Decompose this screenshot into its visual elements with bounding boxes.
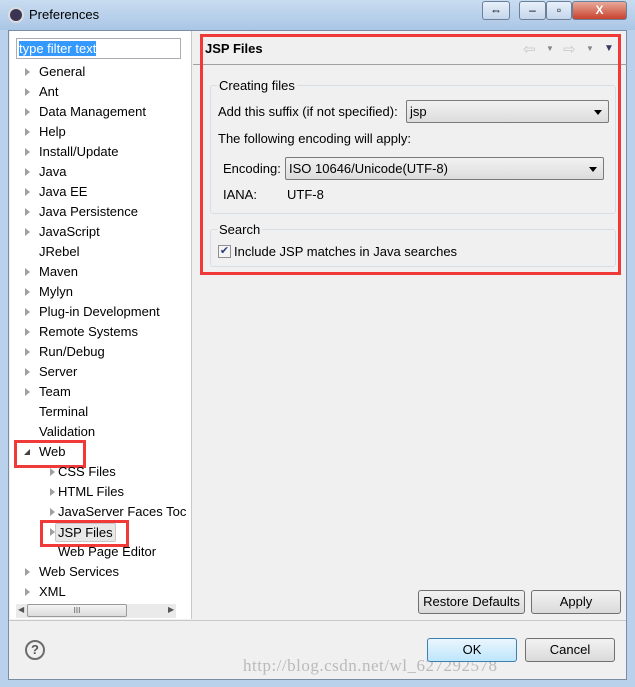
tree-item-label: Team [39, 384, 71, 399]
collapsed-arrow-icon[interactable] [25, 348, 30, 356]
collapsed-arrow-icon[interactable] [50, 488, 55, 496]
tree-item-label: Web Services [39, 564, 119, 579]
tree-item[interactable]: Plug-in Development [22, 302, 172, 322]
tree-item-label: Maven [39, 264, 79, 279]
tree-item[interactable]: Java [22, 162, 172, 182]
collapsed-arrow-icon[interactable] [25, 588, 30, 596]
tree-item-label: Terminal [39, 404, 89, 419]
tree-item[interactable]: Data Management [22, 102, 172, 122]
collapsed-arrow-icon[interactable] [25, 188, 30, 196]
tree-item-label: Data Management [39, 104, 146, 119]
tree-item[interactable]: Team [22, 382, 172, 402]
tree-item-label: CSS Files [58, 464, 116, 479]
tree-item[interactable]: XML [22, 582, 172, 602]
tree-item[interactable]: Install/Update [22, 142, 172, 162]
tree-item-label: JavaScript [39, 224, 100, 239]
tree-item-label: JRebel [39, 244, 80, 259]
tree-item[interactable]: General [22, 62, 172, 82]
tree-item[interactable]: CSS Files [47, 462, 197, 482]
ok-button[interactable]: OK [427, 638, 517, 662]
bottom-separator [9, 620, 626, 621]
tree-item[interactable]: HTML Files [47, 482, 197, 502]
collapsed-arrow-icon[interactable] [25, 568, 30, 576]
tree-item-label: Mylyn [39, 284, 73, 299]
tree-item-label: Java Persistence [39, 204, 138, 219]
tree-item-label: Java EE [39, 184, 88, 199]
collapsed-arrow-icon[interactable] [25, 288, 30, 296]
collapsed-arrow-icon[interactable] [25, 308, 30, 316]
tree-item-label: General [39, 64, 86, 79]
tree-item-label: Install/Update [39, 144, 119, 159]
tree-item-label: Remote Systems [39, 324, 138, 339]
scroll-left-icon[interactable]: ◀ [18, 605, 24, 614]
collapsed-arrow-icon[interactable] [25, 388, 30, 396]
collapsed-arrow-icon[interactable] [25, 108, 30, 116]
restore-icon[interactable]: ⇔ [482, 1, 510, 20]
cancel-button[interactable]: Cancel [525, 638, 615, 662]
tree-item-label: Java [39, 164, 67, 179]
window-title: Preferences [29, 7, 100, 22]
eclipse-app-icon [8, 7, 24, 23]
tree-item-label: Run/Debug [39, 344, 105, 359]
collapsed-arrow-icon[interactable] [25, 148, 30, 156]
tree-item-label: Validation [39, 424, 96, 439]
collapsed-arrow-icon[interactable] [25, 268, 30, 276]
tree-item[interactable]: JavaServer Faces Toc [47, 502, 197, 522]
tree-item[interactable]: Web Page Editor [47, 542, 197, 562]
maximize-button[interactable]: ▫ [546, 1, 572, 20]
collapsed-arrow-icon[interactable] [25, 228, 30, 236]
tree-item-label: Web Page Editor [58, 544, 157, 559]
tree-item[interactable]: Web Services [22, 562, 172, 582]
tree-item[interactable]: Terminal [22, 402, 172, 422]
filter-input-text: type filter text [19, 41, 97, 56]
tree-item-label: Help [39, 124, 66, 139]
collapsed-arrow-icon[interactable] [50, 508, 55, 516]
tree-item-label: JavaServer Faces Toc [58, 504, 187, 519]
scroll-right-icon[interactable]: ▶ [168, 605, 174, 614]
collapsed-arrow-icon[interactable] [25, 68, 30, 76]
tree-item[interactable]: JavaScript [22, 222, 172, 242]
close-button[interactable]: X [572, 1, 627, 20]
tree-item-label: Server [39, 364, 78, 379]
collapsed-arrow-icon[interactable] [25, 88, 30, 96]
tree-item[interactable]: Remote Systems [22, 322, 172, 342]
tree-item[interactable]: Help [22, 122, 172, 142]
collapsed-arrow-icon[interactable] [50, 468, 55, 476]
restore-defaults-button[interactable]: Restore Defaults [418, 590, 525, 614]
tree-item[interactable]: Run/Debug [22, 342, 172, 362]
tree-item[interactable]: Validation [22, 422, 172, 442]
tree-item-label: XML [39, 584, 66, 599]
tree-item[interactable]: Mylyn [22, 282, 172, 302]
collapsed-arrow-icon[interactable] [25, 168, 30, 176]
filter-input[interactable]: type filter text [16, 38, 181, 59]
minimize-button[interactable]: – [519, 1, 546, 20]
tree-item-label: Ant [39, 84, 59, 99]
tree-item-label: Plug-in Development [39, 304, 160, 319]
tree-item[interactable]: Java Persistence [22, 202, 172, 222]
tree-item[interactable]: JRebel [22, 242, 172, 262]
annotation-highlight-box [200, 34, 621, 275]
tree-item[interactable]: Maven [22, 262, 172, 282]
help-icon[interactable]: ? [25, 640, 45, 660]
scrollbar-thumb[interactable]: III [27, 604, 127, 617]
collapsed-arrow-icon[interactable] [25, 208, 30, 216]
collapsed-arrow-icon[interactable] [25, 368, 30, 376]
collapsed-arrow-icon[interactable] [25, 128, 30, 136]
apply-button[interactable]: Apply [531, 590, 621, 614]
collapsed-arrow-icon[interactable] [25, 328, 30, 336]
tree-item-label: HTML Files [58, 484, 124, 499]
tree-item[interactable]: Ant [22, 82, 172, 102]
tree-item[interactable]: Server [22, 362, 172, 382]
tree-item[interactable]: Java EE [22, 182, 172, 202]
